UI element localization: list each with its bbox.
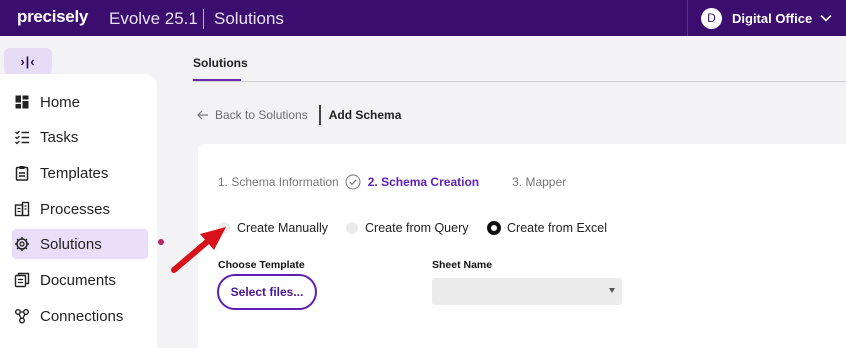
sidebar-item-templates[interactable]: Templates: [12, 158, 148, 188]
check-circle-icon: [345, 174, 361, 190]
user-menu[interactable]: D Digital Office: [701, 7, 832, 29]
stepper: 1. Schema Information 2. Schema Creation…: [218, 173, 566, 191]
app-logo[interactable]: precisely: [17, 7, 88, 27]
sheet-name-select[interactable]: [432, 278, 622, 305]
sidebar-item-documents[interactable]: Documents: [12, 265, 148, 295]
user-divider: [687, 0, 688, 36]
sidebar-item-solutions[interactable]: Solutions: [12, 229, 148, 259]
section-title: Solutions: [214, 9, 284, 28]
title-divider: [203, 9, 204, 29]
sheet-name-label: Sheet Name: [432, 259, 493, 271]
tab-solutions[interactable]: Solutions: [193, 56, 248, 70]
caret-down-icon[interactable]: [609, 288, 615, 293]
active-indicator-dot: [158, 239, 164, 245]
step-schema-creation[interactable]: 2. Schema Creation: [368, 175, 479, 189]
radio-circle-selected[interactable]: [487, 221, 501, 235]
connections-icon: [4, 308, 40, 324]
sidebar-item-processes[interactable]: Processes: [12, 194, 148, 224]
tab-divider: [193, 81, 846, 82]
sidebar-item-label: Documents: [40, 271, 116, 289]
sidebar-item-home[interactable]: Home: [12, 87, 148, 117]
product-name: Evolve 25.1: [109, 9, 198, 28]
sidebar-item-connections[interactable]: Connections: [12, 301, 148, 331]
radio-circle[interactable]: [346, 222, 358, 234]
breadcrumb: Back to Solutions Add Schema: [197, 105, 401, 125]
arrow-left-icon: [197, 110, 209, 120]
chevron-down-icon[interactable]: [820, 14, 832, 22]
breadcrumb-divider: [318, 105, 321, 125]
solutions-icon: [4, 236, 40, 252]
page-title: Add Schema: [328, 108, 402, 122]
processes-icon: [4, 201, 40, 217]
back-to-solutions-link[interactable]: Back to Solutions: [197, 108, 308, 122]
step-mapper[interactable]: 3. Mapper: [512, 175, 566, 189]
tasks-icon: [4, 129, 40, 145]
select-files-button[interactable]: Select files...: [217, 274, 317, 310]
templates-icon: [4, 165, 40, 181]
sidebar-item-label: Connections: [40, 307, 124, 325]
top-bar: precisely Evolve 25.1 Solutions D Digita…: [0, 0, 846, 36]
radio-create-manually[interactable]: Create Manually: [218, 221, 328, 235]
documents-icon: [4, 272, 40, 288]
annotation-arrow-icon: [171, 227, 226, 273]
sidebar-item-label: Solutions: [40, 235, 102, 253]
radio-label: Create Manually: [237, 221, 329, 235]
step-schema-information[interactable]: 1. Schema Information: [218, 175, 339, 189]
sidebar-item-tasks[interactable]: Tasks: [12, 122, 148, 152]
radio-create-from-query[interactable]: Create from Query: [346, 221, 469, 235]
user-name[interactable]: Digital Office: [732, 11, 812, 26]
sidebar-collapse-button[interactable]: ›|‹: [4, 48, 52, 75]
radio-create-from-excel[interactable]: Create from Excel: [487, 221, 607, 235]
sidebar-item-label: Tasks: [40, 128, 79, 146]
sidebar: Home Tasks Templates Processes Solutions…: [0, 74, 157, 348]
sidebar-item-label: Templates: [40, 164, 109, 182]
home-icon: [4, 94, 40, 110]
radio-label: Create from Query: [365, 221, 469, 235]
back-link-label[interactable]: Back to Solutions: [215, 108, 308, 122]
avatar[interactable]: D: [701, 7, 722, 29]
sidebar-item-label: Home: [40, 93, 81, 111]
sidebar-item-label: Processes: [40, 200, 111, 218]
radio-label: Create from Excel: [507, 221, 608, 235]
